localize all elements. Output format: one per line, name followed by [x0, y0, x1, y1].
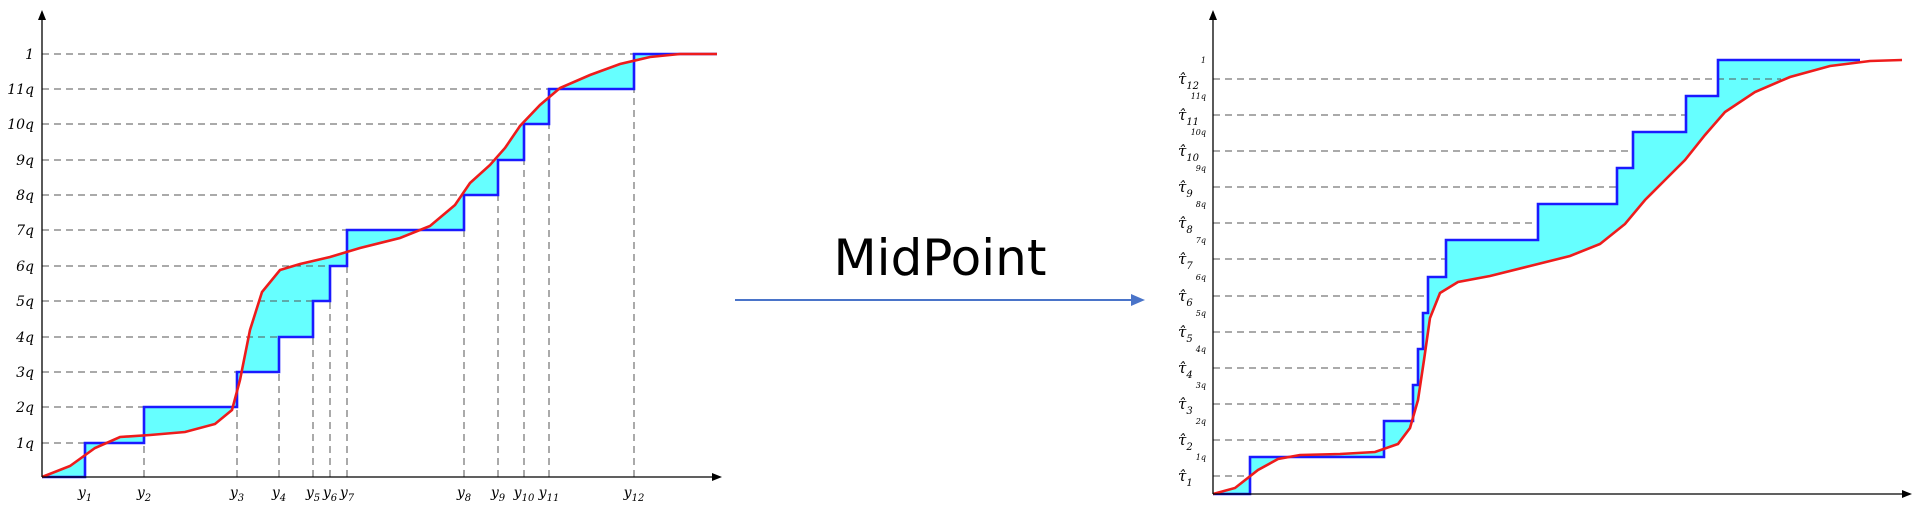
y-axis-arrow-icon: [1209, 10, 1217, 20]
x-tick-label: y1: [77, 485, 92, 504]
x-tick-label: y2: [136, 485, 151, 504]
x-tick-label: y5: [305, 485, 320, 504]
x-tick-label: y6: [322, 485, 338, 504]
midpoint-label: MidPoint: [834, 229, 1047, 287]
left-plot: 1q 2q 3q 4q 5q 6q 7q 8q 9q 10q 11q 1 y1 y2 y3 y4 y5 y6 y7 y…: [7, 10, 722, 504]
x-tick-label: y4: [271, 485, 286, 504]
tau-label: τ̂5: [1178, 323, 1193, 345]
y-tick-label: 5q: [16, 294, 34, 310]
y-tick-label: 1q: [16, 436, 34, 452]
y-tick-label: 8q: [16, 188, 34, 204]
tau-label: τ̂10: [1178, 142, 1200, 164]
x-axis-arrow-icon: [1902, 490, 1912, 498]
tau-label: τ̂6: [1178, 287, 1193, 309]
y-tick-label: 10q: [1191, 128, 1206, 137]
y-tick-label: 2q: [1195, 417, 1206, 426]
x-axis-arrow-icon: [712, 473, 722, 481]
y-tick-label: 11q: [1191, 92, 1206, 101]
tau-label: τ̂3: [1178, 395, 1193, 417]
tau-label: τ̂11: [1178, 106, 1199, 128]
fill-region: [144, 391, 237, 436]
arrow-head-icon: [1131, 294, 1145, 306]
fill-region: [313, 257, 330, 301]
y-tick-label: 3q: [16, 365, 34, 381]
y-tick-label: 2q: [15, 400, 34, 416]
x-tick-label: y7: [339, 485, 355, 504]
cdf-curve: [1212, 58, 1903, 496]
y-tick-label: 1: [1201, 56, 1206, 65]
y-axis-arrow-icon: [38, 10, 46, 20]
y-tick-label: 1q: [1196, 453, 1206, 462]
x-tick-label: y11: [538, 485, 560, 504]
step-function-line: [1213, 58, 1860, 496]
fill-region: [1617, 168, 1633, 231]
y-tick-label: 4q: [15, 330, 34, 346]
y-tick-label: 5q: [1196, 309, 1206, 318]
y-tick-label: 8q: [1196, 200, 1206, 209]
fill-region: [1538, 204, 1617, 264]
y-tick-label: 6q: [16, 259, 34, 275]
right-plot: 1q 2q 3q 4q 5q 6q 7q 8q 9q 10q 11q 1 τ̂1 τ̂2 τ̂3 τ̂4 τ̂5…: [1178, 10, 1912, 498]
y-tick-label: 10q: [7, 117, 34, 133]
tau-label: τ̂4: [1178, 359, 1193, 381]
fill-region: [1633, 132, 1686, 215]
tau-label: τ̂2: [1178, 431, 1193, 453]
fill-region: [279, 260, 313, 337]
y-tick-label: 9q: [1196, 164, 1206, 173]
x-tick-label: y12: [623, 485, 645, 504]
fill-region: [549, 60, 634, 98]
y-tick-label: 3q: [1196, 381, 1206, 390]
x-tick-label: y10: [513, 485, 535, 504]
y-tick-label: 6q: [1196, 273, 1206, 282]
x-tick-label: y8: [456, 485, 471, 504]
y-tick-label: 7q: [1196, 236, 1206, 245]
y-tick-label: 4q: [1195, 345, 1206, 354]
tau-label: τ̂9: [1178, 178, 1193, 200]
fill-region: [1428, 277, 1446, 332]
fill-region: [347, 191, 464, 252]
midpoint-figure: 1q2q3q4q5q6q7q8q9q10q11q1y1 y2 y3 y4 y5 y6 y7 y…: [7, 10, 1912, 504]
x-tick-label: y3: [229, 485, 244, 504]
tau-label: τ̂1: [1178, 467, 1193, 489]
y-tick-label: 9q: [16, 153, 34, 169]
tau-label: τ̂8: [1178, 214, 1193, 236]
x-tick-label: y9: [490, 485, 506, 504]
y-tick-label: 1: [25, 47, 34, 63]
midpoint-arrow-group: MidPoint: [735, 229, 1145, 306]
y-tick-label: 11q: [7, 82, 34, 98]
y-tick-label: 7q: [16, 223, 34, 239]
tau-label: τ̂7: [1178, 250, 1193, 272]
tau-label: τ̂12: [1178, 70, 1199, 92]
